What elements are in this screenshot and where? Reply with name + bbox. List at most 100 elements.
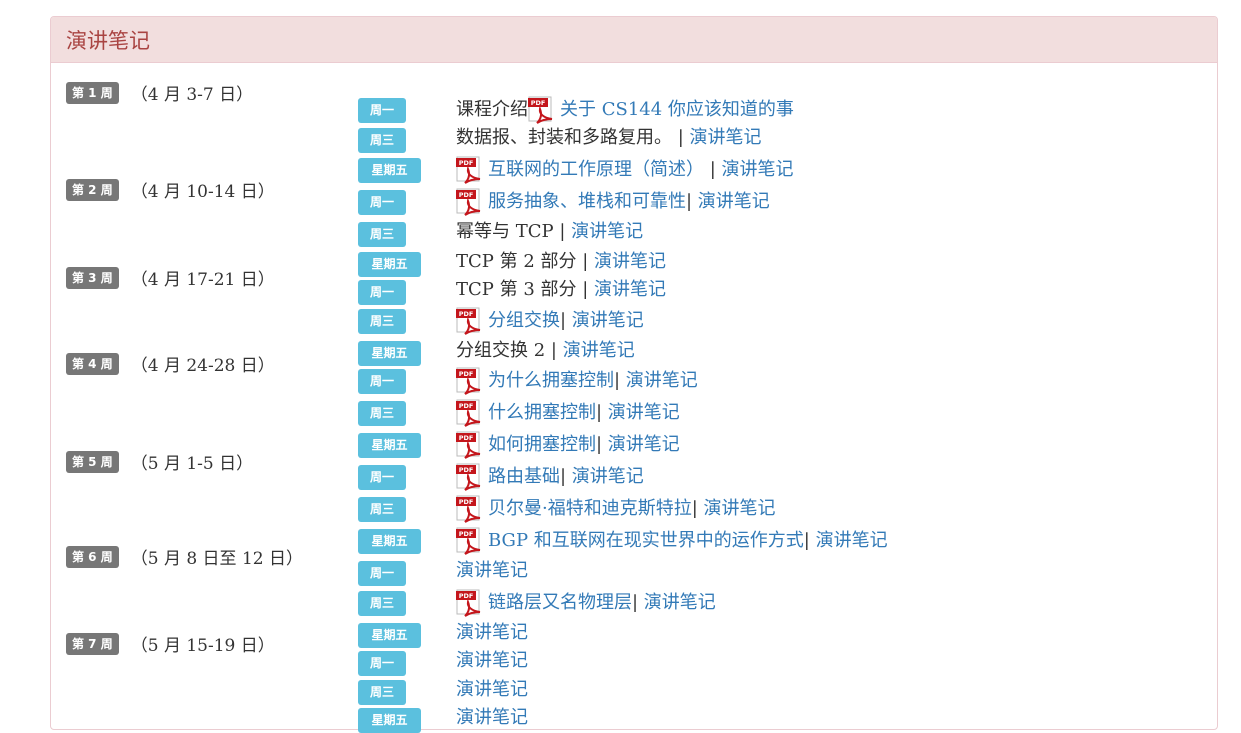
lecture-notes-link[interactable]: 演讲笔记: [563, 339, 635, 363]
lecture-item: PDF 互联网的工作原理（简述） | 演讲笔记: [456, 156, 794, 184]
lecture-title: 数据报、封装和多路复用。: [456, 127, 672, 148]
lecture-notes-link[interactable]: 演讲笔记: [644, 591, 716, 615]
lecture-intro-text: 课程介绍: [456, 99, 528, 120]
lecture-notes-link[interactable]: 演讲笔记: [456, 706, 528, 730]
lecture-title: 幂等与 TCP: [456, 221, 554, 242]
lecture-item: PDF 贝尔曼·福特和迪克斯特拉 | 演讲笔记: [456, 495, 776, 523]
svg-text:PDF: PDF: [459, 498, 474, 506]
lecture-notes-link[interactable]: 演讲笔记: [608, 401, 680, 425]
lecture-item: 幂等与 TCP | 演讲笔记: [456, 220, 643, 244]
lecture-item: PDF 路由基础 | 演讲笔记: [456, 463, 644, 491]
week-label: 第 5 周 （5 月 1-5 日）: [66, 449, 253, 474]
lecture-notes-link[interactable]: 演讲笔记: [572, 309, 644, 333]
week-label: 第 7 周 （5 月 15-19 日）: [66, 631, 275, 656]
separator: |: [614, 370, 626, 391]
pdf-icon[interactable]: PDF: [456, 188, 486, 216]
separator: |: [545, 340, 563, 361]
week-label: 第 3 周 （4 月 17-21 日）: [66, 265, 275, 290]
pdf-icon[interactable]: PDF: [456, 156, 486, 184]
lecture-item: 分组交换 2 | 演讲笔记: [456, 339, 635, 363]
pdf-icon[interactable]: PDF: [456, 367, 486, 395]
week-label: 第 6 周 （5 月 8 日至 12 日）: [66, 544, 303, 569]
week-badge: 第 5 周: [66, 450, 119, 473]
lecture-notes-link[interactable]: 演讲笔记: [456, 559, 528, 583]
lecture-slides-link[interactable]: 什么拥塞控制: [488, 401, 596, 425]
pdf-icon[interactable]: PDF: [456, 589, 486, 617]
lecture-notes-link[interactable]: 演讲笔记: [456, 621, 528, 645]
lecture-slides-link[interactable]: 链路层又名物理层: [488, 591, 632, 615]
separator: |: [691, 498, 704, 519]
lecture-item: 演讲笔记: [456, 678, 528, 702]
svg-text:PDF: PDF: [459, 466, 474, 474]
day-badge: 周三: [358, 401, 406, 426]
lecture-notes-link[interactable]: 演讲笔记: [704, 497, 776, 521]
day-badge: 星期五: [358, 529, 421, 554]
lecture-slides-link[interactable]: 贝尔曼·福特和迪克斯特拉: [488, 497, 692, 521]
separator: |: [576, 279, 595, 300]
lecture-slides-link[interactable]: 互联网的工作原理（简述）: [488, 158, 704, 182]
lecture-notes-link[interactable]: 演讲笔记: [816, 529, 888, 553]
week-dates: （5 月 1-5 日）: [130, 454, 254, 474]
lecture-slides-link[interactable]: 为什么拥塞控制: [488, 369, 614, 393]
separator: |: [704, 159, 722, 180]
day-badge: 星期五: [358, 252, 421, 277]
lecture-item: 演讲笔记: [456, 706, 528, 730]
day-badge: 周三: [358, 680, 406, 705]
lecture-notes-link[interactable]: 演讲笔记: [698, 190, 770, 214]
day-badge: 周三: [358, 309, 406, 334]
lecture-notes-link[interactable]: 演讲笔记: [594, 278, 666, 302]
separator: |: [576, 251, 595, 272]
separator: |: [803, 530, 816, 551]
lecture-item: 演讲笔记: [456, 649, 528, 673]
svg-text:PDF: PDF: [459, 434, 474, 442]
pdf-icon[interactable]: PDF: [456, 495, 486, 523]
lecture-notes-link[interactable]: 演讲笔记: [456, 678, 528, 702]
lecture-notes-link[interactable]: 演讲笔记: [690, 126, 762, 150]
lecture-notes-link[interactable]: 演讲笔记: [626, 369, 698, 393]
panel-title: 演讲笔记: [51, 17, 1217, 63]
lecture-slides-link[interactable]: 路由基础: [488, 465, 560, 489]
lecture-notes-link[interactable]: 演讲笔记: [572, 465, 644, 489]
pdf-icon[interactable]: PDF: [456, 431, 486, 459]
lecture-item: TCP 第 2 部分 | 演讲笔记: [456, 250, 666, 274]
lecture-item: 演讲笔记: [456, 621, 528, 645]
separator: |: [553, 221, 572, 242]
svg-text:PDF: PDF: [459, 191, 474, 199]
lecture-notes-link[interactable]: 演讲笔记: [456, 649, 528, 673]
separator: |: [596, 434, 608, 455]
week-badge: 第 4 周: [66, 352, 119, 375]
day-badge: 周一: [358, 369, 406, 394]
lecture-slides-link[interactable]: 服务抽象、堆栈和可靠性: [488, 190, 686, 214]
pdf-icon[interactable]: PDF: [528, 96, 558, 124]
separator: |: [560, 310, 572, 331]
week-badge: 第 7 周: [66, 632, 119, 655]
lecture-title: TCP 第 3 部分: [456, 279, 577, 300]
lecture-notes-panel: 演讲笔记 第 1 周（4 月 3-7 日） 第 2 周（4 月 10-14 日） 第…: [50, 16, 1218, 733]
lecture-notes-link[interactable]: 演讲笔记: [608, 433, 680, 457]
pdf-icon[interactable]: PDF: [456, 399, 486, 427]
lecture-item: PDF 为什么拥塞控制 | 演讲笔记: [456, 367, 698, 395]
lecture-notes-link[interactable]: 演讲笔记: [571, 220, 643, 244]
pdf-icon[interactable]: PDF: [456, 527, 486, 555]
lecture-item: 课程介绍 PDF 关于 CS144 你应该知道的事: [456, 96, 794, 124]
week-badge: 第 3 周: [66, 266, 119, 289]
lecture-slides-link[interactable]: 分组交换: [488, 309, 560, 333]
lecture-notes-link[interactable]: 演讲笔记: [594, 250, 666, 274]
svg-text:PDF: PDF: [459, 159, 474, 167]
lecture-slides-link[interactable]: 关于 CS144 你应该知道的事: [560, 98, 794, 122]
lecture-item: PDF BGP 和互联网在现实世界中的运作方式 | 演讲笔记: [456, 527, 888, 555]
week-dates: （4 月 24-28 日）: [130, 356, 275, 376]
separator: |: [632, 592, 644, 613]
week-label: 第 2 周 （4 月 10-14 日）: [66, 177, 275, 202]
week-dates: （4 月 17-21 日）: [130, 270, 275, 290]
week-label: 第 1 周 （4 月 3-7 日）: [66, 80, 253, 105]
svg-text:PDF: PDF: [459, 592, 474, 600]
lecture-notes-link[interactable]: 演讲笔记: [722, 158, 794, 182]
lecture-slides-link[interactable]: 如何拥塞控制: [488, 433, 596, 457]
day-badge: 周三: [358, 591, 406, 616]
lecture-slides-link[interactable]: BGP 和互联网在现实世界中的运作方式: [488, 529, 804, 553]
separator: |: [672, 127, 690, 148]
day-badge: 周三: [358, 222, 406, 247]
pdf-icon[interactable]: PDF: [456, 463, 486, 491]
pdf-icon[interactable]: PDF: [456, 307, 486, 335]
